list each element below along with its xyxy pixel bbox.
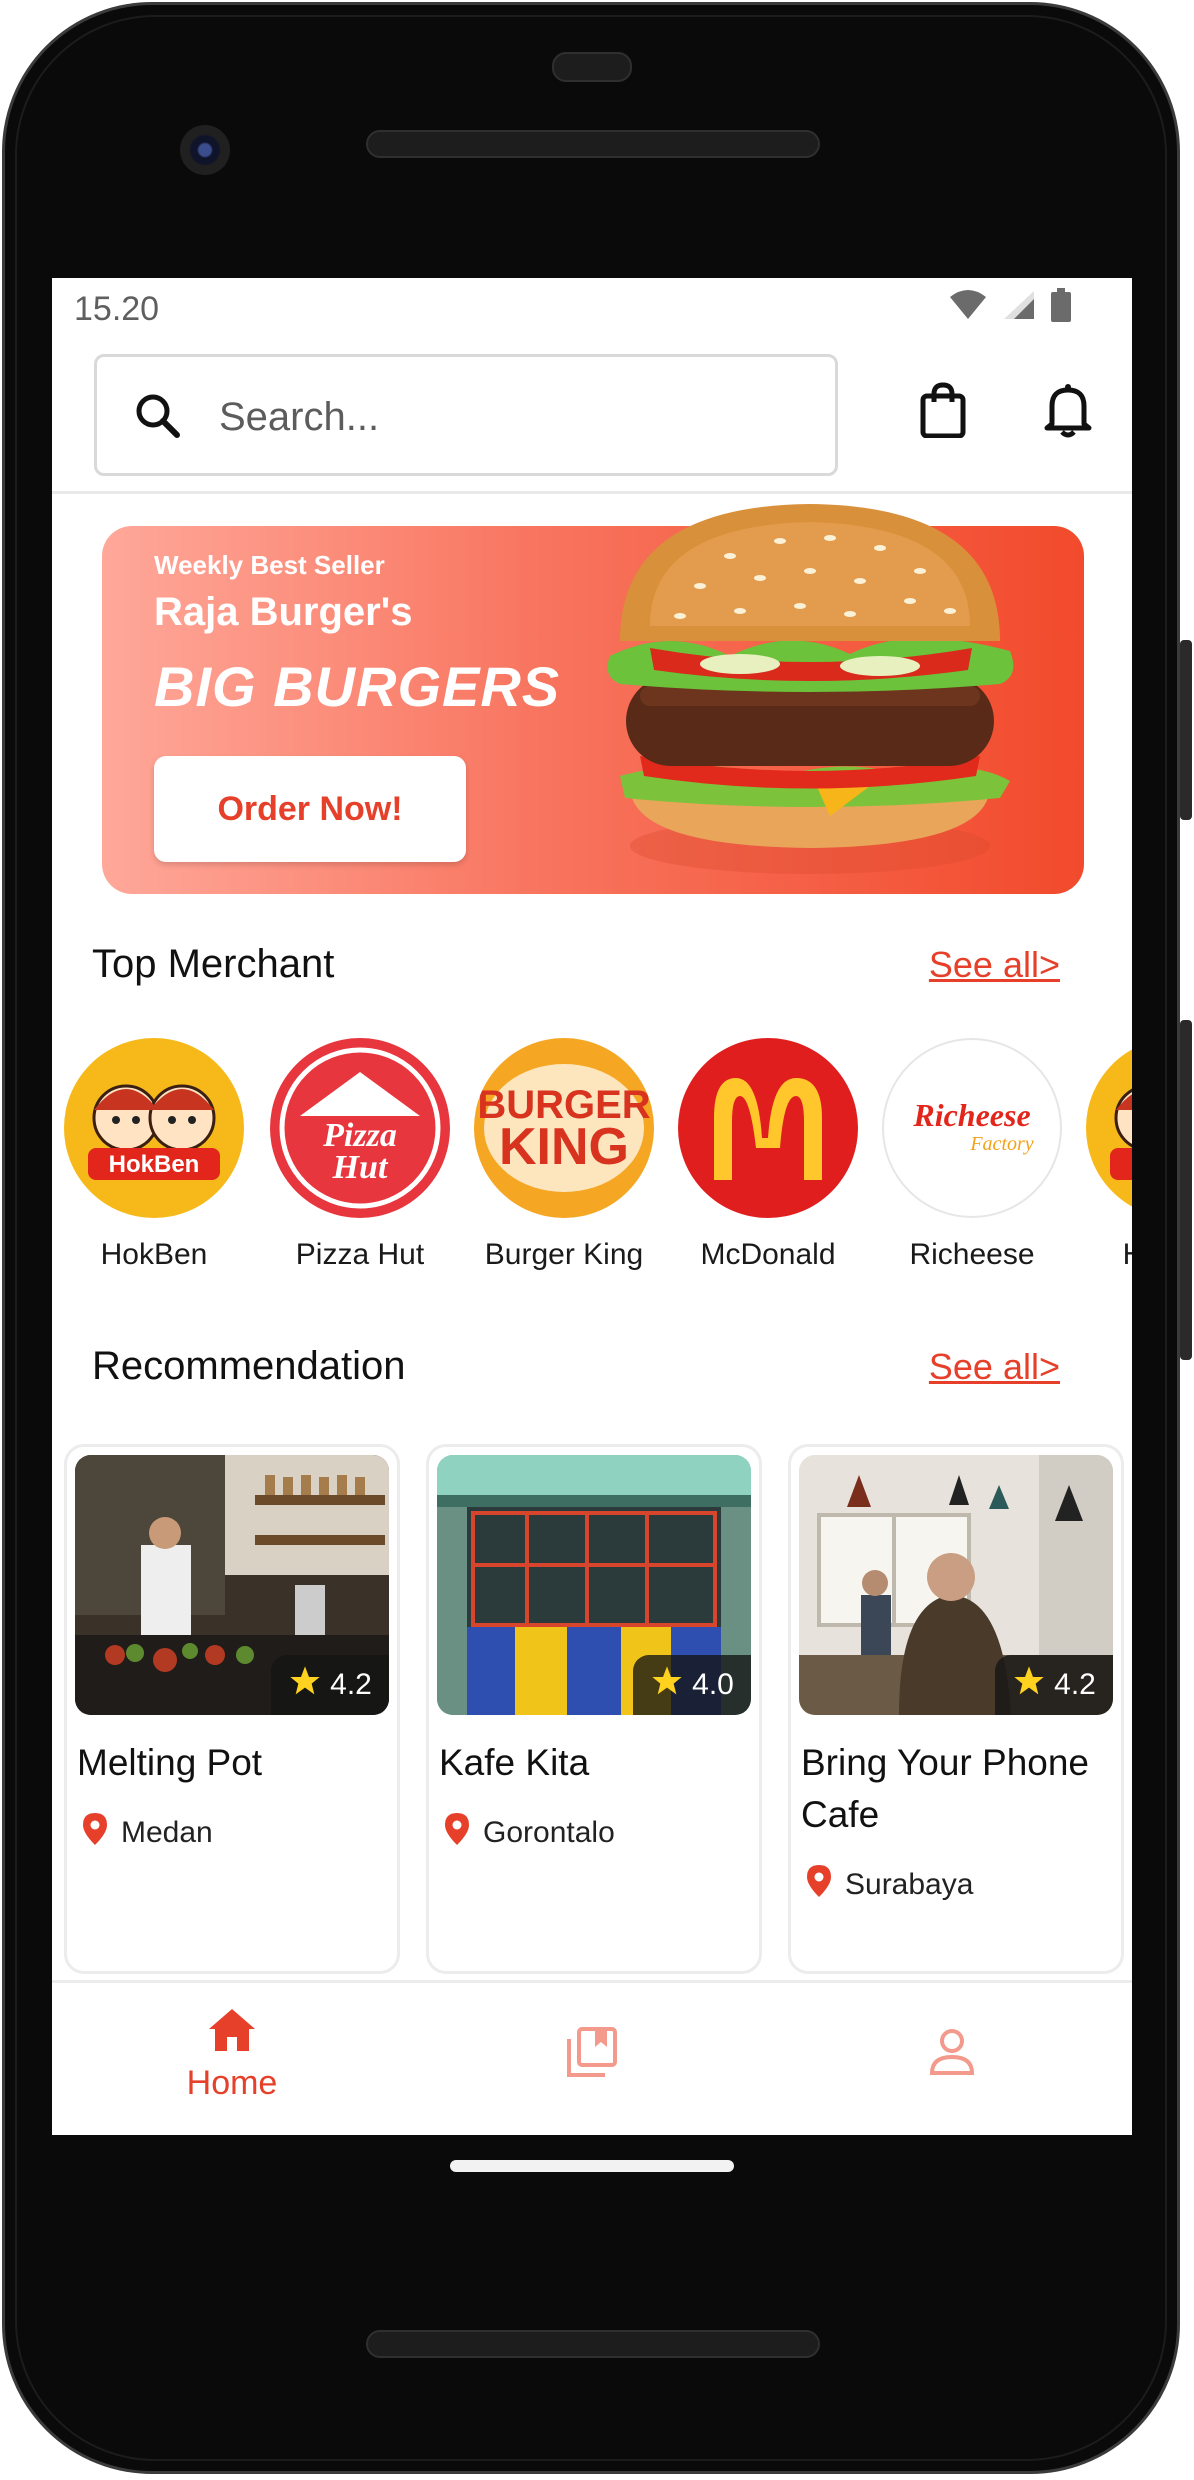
star-icon bbox=[1012, 1665, 1046, 1705]
merchant-name: HokBen bbox=[1086, 1238, 1132, 1272]
search-input[interactable] bbox=[217, 387, 801, 447]
signal-icon bbox=[1002, 289, 1036, 326]
status-bar: 15.20 bbox=[52, 278, 1132, 338]
burger-image bbox=[580, 486, 1040, 886]
merchant-mcdonald[interactable]: McDonald bbox=[678, 1038, 858, 1272]
svg-text:KING: KING bbox=[499, 1118, 629, 1176]
battery-icon bbox=[1050, 288, 1072, 327]
search-icon bbox=[133, 391, 183, 446]
top-merchant-title: Top Merchant bbox=[92, 942, 335, 986]
star-icon bbox=[288, 1665, 322, 1705]
top-speaker bbox=[366, 130, 820, 158]
earpiece-notch bbox=[552, 52, 632, 82]
restaurant-name: Bring Your Phone Cafe bbox=[801, 1742, 1090, 1835]
star-icon bbox=[650, 1665, 684, 1705]
shopping-bag-icon[interactable] bbox=[920, 382, 966, 443]
banner-kicker: Weekly Best Seller bbox=[154, 550, 385, 580]
order-now-button[interactable]: Order Now! bbox=[154, 756, 466, 862]
svg-text:Factory: Factory bbox=[969, 1133, 1033, 1155]
nav-profile[interactable] bbox=[852, 2027, 1052, 2082]
restaurant-photo-cafe: 4.2 bbox=[799, 1455, 1113, 1715]
banner-title: Raja Burger's bbox=[154, 590, 413, 634]
merchant-partial[interactable]: HokBen bbox=[1086, 1038, 1132, 1272]
merchant-pizza-hut[interactable]: Pizza Hut Pizza Hut bbox=[270, 1038, 450, 1272]
merchant-name: McDonald bbox=[700, 1238, 836, 1271]
restaurant-photo-kitchen: 4.2 bbox=[75, 1455, 389, 1715]
notification-bell-icon[interactable] bbox=[1044, 382, 1092, 443]
mcdonalds-logo bbox=[678, 1038, 858, 1218]
power-button bbox=[1180, 640, 1192, 820]
rating-badge: 4.2 bbox=[995, 1655, 1113, 1715]
top-merchant-see-all-link[interactable]: See all> bbox=[929, 944, 1060, 986]
location-name: Surabaya bbox=[845, 1868, 974, 1901]
merchant-name: Richeese bbox=[909, 1238, 1035, 1271]
restaurant-card[interactable]: 4.2 Bring Your Phone Cafe Surabaya bbox=[788, 1444, 1124, 1974]
restaurant-location: Medan bbox=[83, 1813, 213, 1853]
home-icon bbox=[207, 2009, 257, 2057]
recommendation-see-all-link[interactable]: See all> bbox=[929, 1346, 1060, 1388]
location-pin-icon bbox=[445, 1813, 469, 1853]
rating-value: 4.2 bbox=[330, 1668, 372, 1701]
hokben-logo: HokBen bbox=[64, 1038, 244, 1218]
nav-home-label: Home bbox=[186, 2064, 278, 2102]
profile-icon bbox=[928, 2029, 976, 2081]
restaurant-card[interactable]: 4.2 Melting Pot Medan bbox=[64, 1444, 400, 1974]
recommendation-title: Recommendation bbox=[92, 1344, 406, 1388]
nav-home[interactable]: Home bbox=[132, 2007, 332, 2103]
rating-badge: 4.0 bbox=[633, 1655, 751, 1715]
restaurant-name: Melting Pot bbox=[77, 1742, 263, 1783]
restaurant-location: Gorontalo bbox=[445, 1813, 615, 1853]
location-name: Medan bbox=[121, 1816, 213, 1849]
app-screen: 15.20 Search... Weekly Best Seller Raja … bbox=[52, 278, 1132, 2135]
rating-badge: 4.2 bbox=[271, 1655, 389, 1715]
status-time: 15.20 bbox=[74, 290, 160, 328]
restaurant-photo-storefront: 4.0 bbox=[437, 1455, 751, 1715]
restaurant-card[interactable]: 4.0 Kafe Kita Gorontalo bbox=[426, 1444, 762, 1974]
search-bar[interactable] bbox=[94, 354, 838, 476]
bottom-navigation: Home bbox=[52, 1980, 1132, 2135]
merchant-name: HokBen bbox=[100, 1238, 208, 1271]
merchant-hokben[interactable]: HokBen HokBen bbox=[64, 1038, 244, 1272]
hokben-logo-partial bbox=[1086, 1038, 1132, 1218]
front-camera bbox=[180, 125, 230, 175]
richeese-logo: Richeese Factory bbox=[882, 1038, 1062, 1218]
location-pin-icon bbox=[83, 1813, 107, 1853]
restaurant-name: Kafe Kita bbox=[439, 1742, 590, 1783]
phone-device: 15.20 Search... Weekly Best Seller Raja … bbox=[0, 0, 1194, 2480]
merchant-richeese[interactable]: Richeese Factory Richeese bbox=[882, 1038, 1062, 1272]
banner-headline: BIG BURGERS bbox=[154, 655, 561, 718]
rating-value: 4.2 bbox=[1054, 1668, 1096, 1701]
svg-text:Hut: Hut bbox=[332, 1149, 389, 1186]
bookmarks-icon bbox=[565, 2027, 619, 2083]
promo-banner[interactable]: Weekly Best Seller Raja Burger's BIG BUR… bbox=[102, 504, 1084, 894]
bottom-speaker bbox=[366, 2330, 820, 2358]
restaurant-location: Surabaya bbox=[807, 1865, 973, 1905]
merchant-name: Burger King bbox=[484, 1238, 644, 1271]
home-indicator[interactable] bbox=[450, 2160, 734, 2172]
location-name: Gorontalo bbox=[483, 1816, 615, 1849]
svg-text:HokBen: HokBen bbox=[109, 1151, 200, 1178]
merchant-name: Pizza Hut bbox=[295, 1238, 425, 1271]
pizza-hut-logo: Pizza Hut bbox=[270, 1038, 450, 1218]
location-pin-icon bbox=[807, 1865, 831, 1905]
rating-value: 4.0 bbox=[692, 1668, 734, 1701]
volume-button bbox=[1180, 1020, 1192, 1360]
svg-text:Richeese: Richeese bbox=[912, 1097, 1030, 1133]
burger-king-logo: BURGER KING bbox=[474, 1038, 654, 1218]
nav-bookmarks[interactable] bbox=[492, 2025, 692, 2084]
wifi-icon bbox=[948, 289, 988, 326]
merchant-burger-king[interactable]: BURGER KING Burger King bbox=[474, 1038, 654, 1272]
